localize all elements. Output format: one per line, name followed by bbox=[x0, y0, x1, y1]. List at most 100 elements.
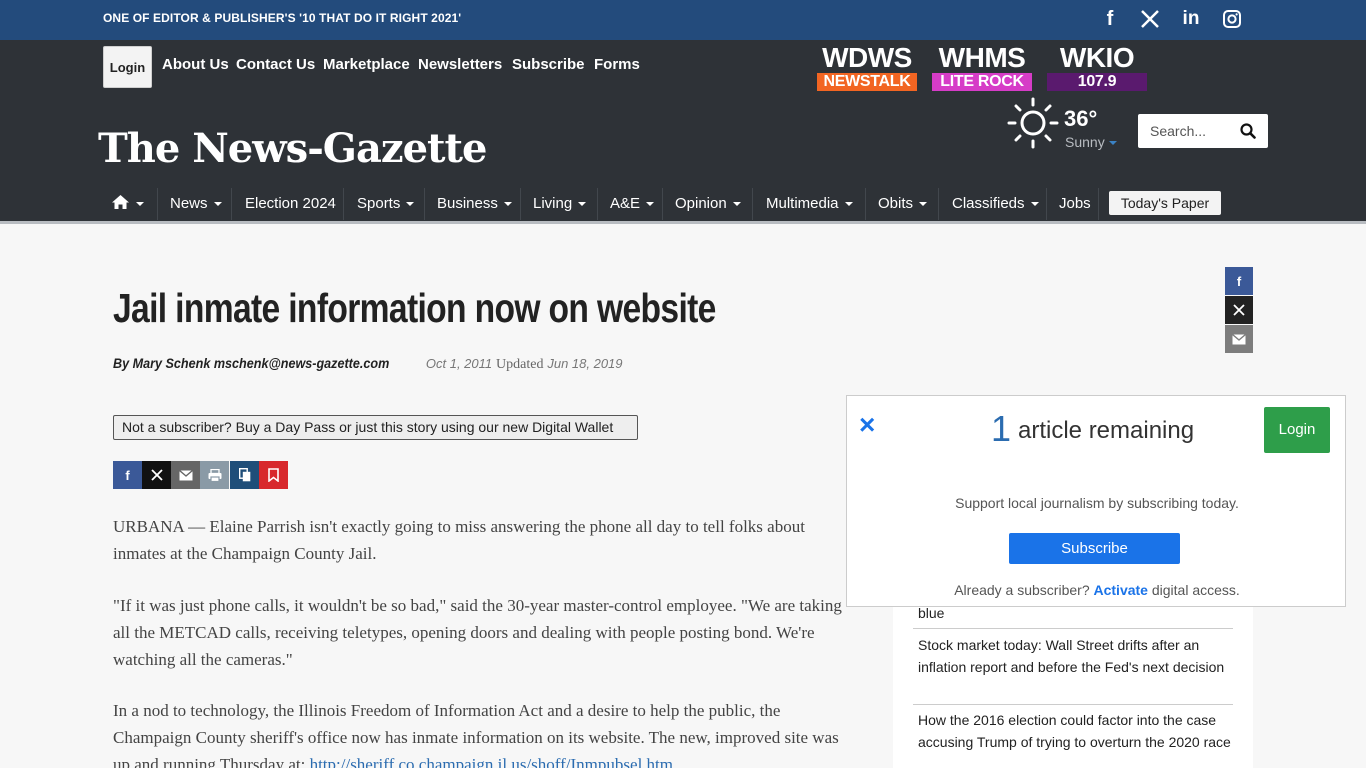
publish-date: Oct 1, 2011 bbox=[425, 356, 493, 371]
nav-label: Jobs bbox=[1059, 195, 1091, 212]
nav-business[interactable]: Business bbox=[437, 188, 512, 220]
close-icon[interactable]: × bbox=[859, 411, 875, 439]
email-icon[interactable] bbox=[171, 461, 200, 489]
author-link[interactable]: By Mary Schenk mschenk@news-gazette.com bbox=[113, 355, 389, 371]
link-forms[interactable]: Forms bbox=[594, 56, 640, 73]
updated-label: Updated bbox=[496, 357, 544, 372]
weather-condition-text: Sunny bbox=[1065, 134, 1105, 150]
nav-jobs[interactable]: Jobs bbox=[1059, 188, 1091, 220]
chevron-down-icon bbox=[646, 202, 655, 207]
chevron-down-icon bbox=[732, 202, 741, 207]
nav-label: Business bbox=[437, 195, 498, 212]
nav-opinion[interactable]: Opinion bbox=[675, 188, 741, 220]
inmate-search-link[interactable]: http://sheriff.co.champaign.il.us/shoff/… bbox=[310, 755, 673, 768]
support-message: Support local journalism by subscribing … bbox=[955, 495, 1239, 511]
paywall-modal: × 1 article remaining Login Support loca… bbox=[846, 395, 1346, 607]
nav-news[interactable]: News bbox=[170, 188, 222, 220]
nav-multimedia[interactable]: Multimedia bbox=[766, 188, 853, 220]
nav-divider bbox=[938, 188, 939, 220]
nav-obits[interactable]: Obits bbox=[878, 188, 928, 220]
nav-divider bbox=[1098, 188, 1099, 220]
nav-classifieds[interactable]: Classifieds bbox=[952, 188, 1039, 220]
login-button[interactable]: Login bbox=[103, 46, 152, 88]
search-icon[interactable] bbox=[1240, 123, 1256, 139]
nav-label: Obits bbox=[878, 195, 914, 212]
nav-living[interactable]: Living bbox=[533, 188, 587, 220]
link-about-us[interactable]: About Us bbox=[162, 56, 229, 73]
nav-label: Multimedia bbox=[766, 195, 839, 212]
search-input[interactable] bbox=[1138, 114, 1238, 148]
link-marketplace[interactable]: Marketplace bbox=[323, 56, 410, 73]
nav-sports[interactable]: Sports bbox=[357, 188, 415, 220]
nav-divider bbox=[1046, 188, 1047, 220]
station-call-sign: WHMS bbox=[938, 42, 1026, 73]
chevron-down-icon bbox=[406, 202, 415, 207]
facebook-icon[interactable]: f bbox=[113, 461, 142, 489]
chevron-down-icon bbox=[1108, 141, 1117, 146]
nav-label: Living bbox=[533, 195, 573, 212]
chevron-down-icon bbox=[136, 202, 144, 207]
facebook-icon[interactable]: f bbox=[1225, 267, 1253, 295]
article-paragraph: "If it was just phone calls, it wouldn't… bbox=[113, 596, 842, 669]
nav-ae[interactable]: A&E bbox=[610, 188, 655, 220]
nav-label: Sports bbox=[357, 195, 401, 212]
link-contact-us[interactable]: Contact Us bbox=[236, 56, 315, 73]
bookmark-icon[interactable] bbox=[259, 461, 288, 489]
chevron-down-icon bbox=[213, 202, 222, 207]
chevron-down-icon bbox=[503, 202, 512, 207]
x-twitter-icon[interactable] bbox=[1138, 8, 1162, 30]
article-paragraph: In a nod to technology, the Illinois Fre… bbox=[113, 697, 853, 768]
nav-label: News bbox=[170, 195, 208, 212]
nav-label: Classifieds bbox=[952, 195, 1025, 212]
nav-election-2024[interactable]: Election 2024 bbox=[245, 188, 336, 220]
sun-icon bbox=[1007, 97, 1059, 149]
link-newsletters[interactable]: Newsletters bbox=[418, 56, 502, 73]
sidebar-headline-link[interactable]: Stock market today: Wall Street drifts a… bbox=[913, 635, 1233, 678]
chevron-down-icon bbox=[844, 202, 853, 207]
nav-divider bbox=[865, 188, 866, 220]
nav-label: Opinion bbox=[675, 195, 727, 212]
chevron-down-icon bbox=[919, 202, 928, 207]
articles-remaining-count: 1 bbox=[991, 408, 1012, 449]
header-divider bbox=[0, 221, 1366, 224]
station-whms-logo[interactable]: WHMS LITE ROCK bbox=[932, 42, 1032, 91]
nav-divider bbox=[231, 188, 232, 220]
copy-icon[interactable] bbox=[230, 461, 259, 489]
sidebar-headline-link[interactable]: How the 2016 election could factor into … bbox=[913, 710, 1233, 753]
linkedin-icon[interactable]: in bbox=[1179, 8, 1203, 30]
search-box bbox=[1138, 114, 1268, 148]
email-icon[interactable] bbox=[1225, 325, 1253, 353]
x-twitter-icon[interactable] bbox=[142, 461, 171, 489]
nav-divider bbox=[424, 188, 425, 220]
day-pass-button[interactable]: Not a subscriber? Buy a Day Pass or just… bbox=[113, 415, 638, 440]
facebook-icon[interactable]: f bbox=[1098, 8, 1122, 30]
weather-temperature[interactable]: 36° bbox=[1064, 106, 1097, 132]
print-icon[interactable] bbox=[200, 461, 229, 489]
nav-divider bbox=[752, 188, 753, 220]
station-subtitle: NEWSTALK bbox=[817, 73, 917, 91]
station-wdws-logo[interactable]: WDWS NEWSTALK bbox=[817, 44, 917, 91]
todays-paper-button[interactable]: Today's Paper bbox=[1109, 191, 1221, 215]
modal-login-button[interactable]: Login bbox=[1264, 407, 1330, 453]
nav-label: Election 2024 bbox=[245, 195, 336, 212]
instagram-icon[interactable] bbox=[1220, 8, 1244, 30]
station-wkio-logo[interactable]: WKIO 107.9 bbox=[1047, 44, 1147, 91]
x-twitter-icon[interactable] bbox=[1225, 296, 1253, 324]
link-subscribe[interactable]: Subscribe bbox=[512, 56, 585, 73]
station-subtitle: 107.9 bbox=[1047, 73, 1147, 91]
article-paragraph: URBANA — Elaine Parrish isn't exactly go… bbox=[113, 517, 805, 563]
site-logo[interactable]: The News-Gazette bbox=[98, 123, 487, 175]
subscribe-button[interactable]: Subscribe bbox=[1009, 533, 1180, 564]
nav-home[interactable] bbox=[111, 188, 144, 220]
weather-condition[interactable]: Sunny bbox=[1065, 134, 1117, 150]
chevron-down-icon bbox=[578, 202, 587, 207]
activate-link[interactable]: Activate bbox=[1094, 582, 1148, 598]
chevron-down-icon bbox=[1030, 202, 1039, 207]
updated-date: Jun 18, 2019 bbox=[547, 356, 623, 371]
sidebar-divider bbox=[913, 628, 1233, 629]
sidebar-divider bbox=[913, 704, 1233, 705]
nav-label: A&E bbox=[610, 195, 641, 212]
article-byline: By Mary Schenk mschenk@news-gazette.com … bbox=[113, 355, 623, 373]
nav-divider bbox=[157, 188, 158, 220]
nav-divider bbox=[520, 188, 521, 220]
